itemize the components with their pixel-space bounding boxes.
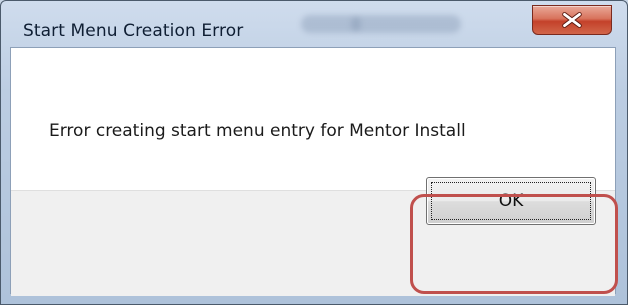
- error-message: Error creating start menu entry for Ment…: [49, 121, 466, 141]
- close-button[interactable]: [532, 5, 612, 35]
- message-area: Error creating start menu entry for Ment…: [11, 48, 615, 190]
- dialog-window: Start Menu Creation Error Error creating…: [0, 0, 628, 305]
- annotation-highlight: [410, 194, 618, 294]
- close-icon: [562, 12, 582, 28]
- background-blur: [351, 15, 461, 33]
- title-bar[interactable]: Start Menu Creation Error: [1, 1, 627, 47]
- window-title: Start Menu Creation Error: [23, 21, 244, 41]
